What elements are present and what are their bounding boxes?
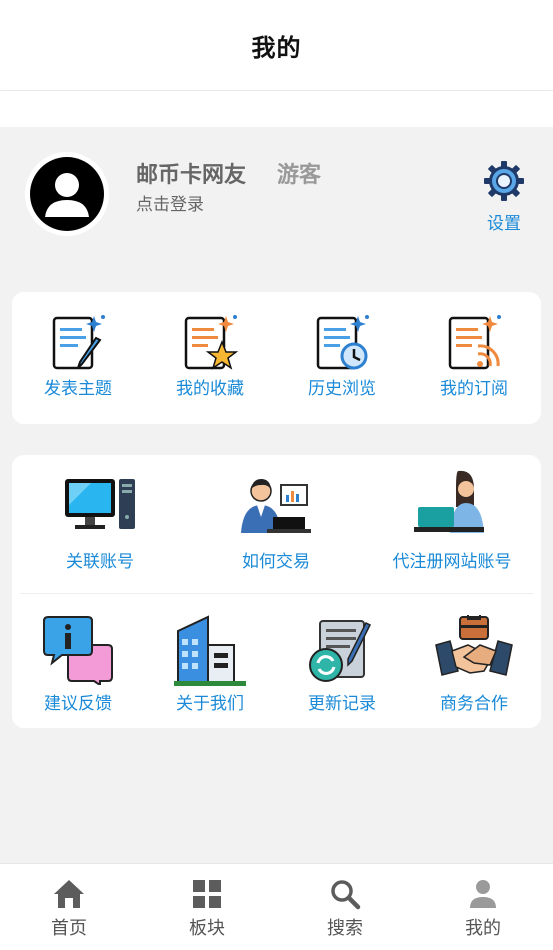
- about-us-button[interactable]: 关于我们: [144, 615, 276, 714]
- register-account-button[interactable]: 代注册网站账号: [364, 467, 540, 572]
- register-account-icon: [414, 470, 484, 533]
- history-icon: [316, 315, 369, 370]
- service-label: 代注册网站账号: [392, 552, 512, 572]
- home-icon: [54, 880, 84, 908]
- login-link[interactable]: 点击登录: [136, 190, 204, 215]
- user-icon: [470, 880, 496, 908]
- search-icon: [331, 880, 361, 910]
- post-topic-icon: [52, 315, 105, 370]
- update-log-button[interactable]: 更新记录: [276, 615, 408, 714]
- avatar[interactable]: [25, 152, 109, 236]
- top-bar: 我的: [0, 0, 553, 90]
- business-cooperation-button[interactable]: 商务合作: [408, 615, 540, 714]
- service-label: 建议反馈: [44, 694, 112, 714]
- subscription-icon: [448, 315, 501, 370]
- computer-icon: [65, 479, 135, 529]
- services-card: 关联账号 如何交易 代注册网站账号 建议反馈 关于我们 更新记录 商务合作: [12, 455, 541, 728]
- handshake-icon: [435, 615, 513, 676]
- history-button[interactable]: 历史浏览: [276, 312, 408, 399]
- username: 邮币卡网友: [136, 163, 247, 188]
- service-label: 关于我们: [176, 694, 244, 714]
- service-label: 更新记录: [308, 694, 376, 714]
- header-spacer: [0, 91, 553, 127]
- favorites-button[interactable]: 我的收藏: [144, 312, 276, 399]
- feedback-button[interactable]: 建议反馈: [12, 615, 144, 714]
- profile-section: 邮币卡网友 游客 点击登录 设置: [0, 127, 553, 267]
- tab-mine[interactable]: 我的: [414, 864, 552, 950]
- gear-icon: [484, 161, 524, 201]
- tab-label: 我的: [465, 918, 501, 939]
- tab-label: 板块: [189, 918, 225, 939]
- quick-action-label: 发表主题: [44, 379, 112, 399]
- subscription-button[interactable]: 我的订阅: [408, 312, 540, 399]
- tab-home[interactable]: 首页: [0, 864, 138, 950]
- building-icon: [174, 615, 246, 686]
- favorites-icon: [184, 315, 239, 370]
- tab-search[interactable]: 搜索: [276, 864, 414, 950]
- quick-action-label: 我的收藏: [176, 379, 244, 399]
- user-role: 游客: [277, 163, 322, 188]
- update-log-icon: [309, 620, 372, 682]
- how-to-trade-button[interactable]: 如何交易: [188, 473, 364, 572]
- divider: [20, 593, 533, 594]
- service-label: 关联账号: [66, 552, 134, 572]
- grid-icon: [193, 880, 221, 908]
- tab-label: 搜索: [327, 918, 363, 939]
- avatar-icon: [30, 157, 104, 231]
- post-topic-button[interactable]: 发表主题: [12, 312, 144, 399]
- page-title: 我的: [251, 33, 302, 62]
- bottom-tab-bar: 首页 板块 搜索 我的: [0, 863, 553, 950]
- service-label: 如何交易: [242, 552, 310, 572]
- trader-icon: [241, 479, 311, 533]
- tab-boards[interactable]: 板块: [138, 864, 276, 950]
- tab-label: 首页: [51, 918, 87, 939]
- quick-action-label: 我的订阅: [440, 379, 508, 399]
- quick-action-label: 历史浏览: [308, 379, 376, 399]
- settings-button[interactable]: 设置: [478, 159, 530, 234]
- quick-actions-card: 发表主题 我的收藏 历史浏览 我的订阅: [12, 292, 541, 424]
- settings-label: 设置: [487, 214, 521, 234]
- service-label: 商务合作: [440, 694, 508, 714]
- feedback-icon: [43, 616, 113, 685]
- linked-accounts-button[interactable]: 关联账号: [12, 473, 188, 572]
